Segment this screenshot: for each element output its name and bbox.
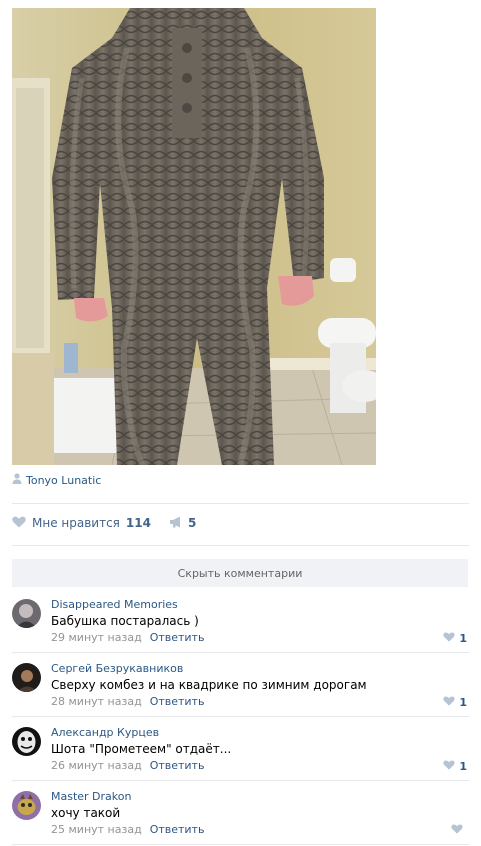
comment-text: Сверху комбез и на квадрике по зимним до…: [51, 678, 367, 692]
post-photo[interactable]: [12, 8, 376, 465]
share-button[interactable]: 5: [169, 516, 196, 531]
comment-like-count: 1: [459, 759, 467, 773]
comment-like-button[interactable]: 1: [443, 759, 467, 773]
post-actions: Мне нравится 114 5: [12, 515, 196, 531]
heart-icon: [443, 759, 455, 773]
hide-comments-label: Скрыть комментарии: [177, 566, 303, 580]
comment-like-count: 1: [459, 631, 467, 645]
comment-author[interactable]: Disappeared Memories: [51, 598, 178, 611]
reply-button[interactable]: Ответить: [150, 695, 205, 708]
comment: Master Drakon хочу такой 25 минут назад О…: [12, 786, 469, 844]
divider: [12, 780, 469, 781]
comment-like-button[interactable]: 1: [443, 695, 467, 709]
comment: Сергей Безрукавников Сверху комбез и на …: [12, 658, 469, 716]
share-count[interactable]: 5: [188, 516, 196, 530]
reply-button[interactable]: Ответить: [150, 823, 205, 836]
avatar[interactable]: [12, 791, 41, 820]
reply-button[interactable]: Ответить: [150, 759, 205, 772]
comment-author[interactable]: Александр Курцев: [51, 726, 159, 739]
divider: [12, 716, 469, 717]
comment-time[interactable]: 29 минут назад: [51, 631, 142, 644]
comment-text: Бабушка постаралась ): [51, 614, 199, 628]
avatar[interactable]: [12, 663, 41, 692]
comment-text: хочу такой: [51, 806, 121, 820]
avatar[interactable]: [12, 727, 41, 756]
comment-text: Шота "Прометеем" отдаёт...: [51, 742, 232, 756]
comment-author[interactable]: Master Drakon: [51, 790, 131, 803]
post-author-name[interactable]: Tonyo Lunatic: [26, 474, 101, 487]
comment-meta: 29 минут назад Ответить: [51, 631, 204, 644]
comment-time[interactable]: 25 минут назад: [51, 823, 142, 836]
comment-author[interactable]: Сергей Безрукавников: [51, 662, 183, 675]
user-icon: [12, 473, 22, 487]
heart-icon[interactable]: [12, 516, 26, 531]
comment-like-count: 1: [459, 695, 467, 709]
avatar[interactable]: [12, 599, 41, 628]
comment-meta: 26 минут назад Ответить: [51, 759, 204, 772]
comment-meta: 25 минут назад Ответить: [51, 823, 204, 836]
comment-like-button[interactable]: 1: [443, 631, 467, 645]
divider: [12, 503, 469, 504]
like-count[interactable]: 114: [126, 516, 151, 530]
comment: Disappeared Memories Бабушка постаралась…: [12, 594, 469, 652]
comment-time[interactable]: 28 минут назад: [51, 695, 142, 708]
reply-button[interactable]: Ответить: [150, 631, 205, 644]
divider: [12, 652, 469, 653]
heart-icon: [451, 823, 463, 837]
comment-meta: 28 минут назад Ответить: [51, 695, 204, 708]
divider: [12, 844, 469, 845]
hide-comments-button[interactable]: Скрыть комментарии: [12, 559, 468, 587]
heart-icon: [443, 695, 455, 709]
heart-icon: [443, 631, 455, 645]
comment-time[interactable]: 26 минут назад: [51, 759, 142, 772]
divider: [12, 545, 469, 546]
like-button-label[interactable]: Мне нравится: [32, 516, 120, 530]
post-author[interactable]: Tonyo Lunatic: [12, 473, 101, 487]
comment-like-button[interactable]: [451, 823, 467, 837]
comment: Александр Курцев Шота "Прометеем" отдаёт…: [12, 722, 469, 780]
megaphone-icon: [169, 516, 183, 531]
